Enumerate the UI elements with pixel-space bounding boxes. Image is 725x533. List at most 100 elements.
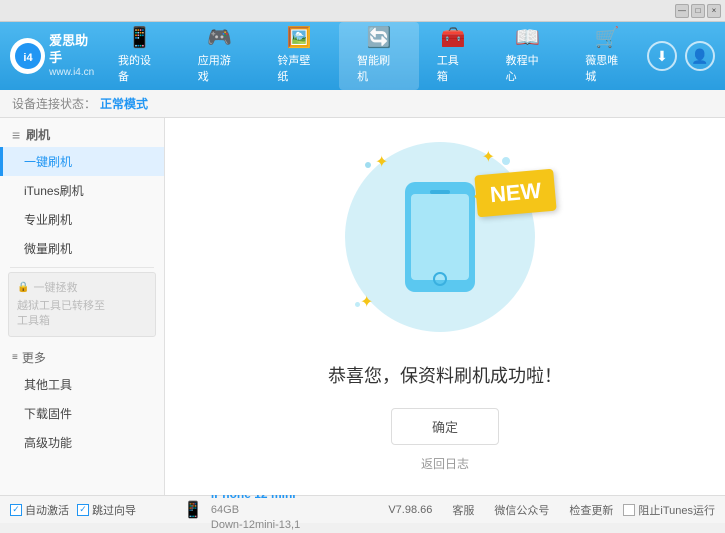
skip-wizard-checkbox[interactable]: 跳过向导 <box>77 502 136 518</box>
bottom-left: 自动激活 跳过向导 <box>10 502 175 518</box>
no-itunes-checkbox[interactable] <box>623 504 635 516</box>
sidebar-item-itunes-flash[interactable]: iTunes刷机 <box>0 176 164 205</box>
connection-label: 设备连接状态： <box>12 95 96 112</box>
decorative-dot-1 <box>365 162 371 168</box>
rescue-label: 一键拯救 <box>33 279 77 295</box>
phone-illustration: NEW ✦ ✦ ✦ <box>345 142 545 342</box>
svg-text:i4: i4 <box>23 52 33 64</box>
content-area: NEW ✦ ✦ ✦ 恭喜您，保资料刷机成功啦！ 确定 返回日志 <box>165 118 725 495</box>
sidebar-item-one-key-flash[interactable]: 一键刷机 <box>0 147 164 176</box>
flash-section-header: ≡ 刷机 <box>0 118 164 147</box>
app-url: www.i4.cn <box>49 66 100 79</box>
sparkle-1: ✦ <box>375 152 388 172</box>
sidebar-divider-1 <box>10 267 154 268</box>
ringtones-icon: 🖼️ <box>287 28 312 48</box>
nav-ringtones-label: 铃声壁纸 <box>277 52 321 84</box>
device-model: Down-12mini-13,1 <box>211 518 300 533</box>
phone-body <box>405 182 475 292</box>
bottom-right: V7.98.66 客服 微信公众号 检查更新 <box>388 502 613 518</box>
apps-icon: 🎮 <box>207 28 232 48</box>
confirm-button[interactable]: 确定 <box>391 408 499 445</box>
skip-wizard-label: 跳过向导 <box>92 502 136 518</box>
nav-apps-label: 应用游戏 <box>198 52 242 84</box>
advanced-label: 高级功能 <box>24 436 72 450</box>
minimize-button[interactable]: — <box>675 4 689 18</box>
flash-section-icon: ≡ <box>12 127 20 143</box>
toolbox-icon: 🧰 <box>441 28 466 48</box>
app-name: 爱思助手 <box>49 33 100 67</box>
window-controls: — □ × <box>675 4 721 18</box>
sidebar-item-other-tools[interactable]: 其他工具 <box>0 370 164 399</box>
title-bar: — □ × <box>0 0 725 22</box>
bottom-bar: 自动激活 跳过向导 📱 iPhone 12 mini 64GB Down-12m… <box>0 495 725 523</box>
phone-screen <box>411 194 469 280</box>
nav-tutorial[interactable]: 📖 教程中心 <box>488 22 568 90</box>
main-layout: ≡ 刷机 一键刷机 iTunes刷机 专业刷机 微量刷机 🔒 一键拯救 越狱工具… <box>0 118 725 495</box>
sidebar: ≡ 刷机 一键刷机 iTunes刷机 专业刷机 微量刷机 🔒 一键拯救 越狱工具… <box>0 118 165 495</box>
no-itunes-label: 阻止iTunes运行 <box>638 502 715 518</box>
maximize-button[interactable]: □ <box>691 4 705 18</box>
nav-toolbox-label: 工具箱 <box>437 52 470 84</box>
customer-service-link[interactable]: 客服 <box>452 502 474 518</box>
download-firmware-label: 下载固件 <box>24 407 72 421</box>
skip-wizard-cb-box <box>77 504 89 516</box>
nav-apps[interactable]: 🎮 应用游戏 <box>180 22 260 90</box>
app-logo: i4 爱思助手 www.i4.cn <box>10 33 100 80</box>
status-bar: 设备连接状态： 正常模式 <box>0 90 725 118</box>
nav-my-device[interactable]: 📱 我的设备 <box>100 22 180 90</box>
close-button[interactable]: × <box>707 4 721 18</box>
sidebar-item-advanced[interactable]: 高级功能 <box>0 428 164 457</box>
sidebar-item-micro-flash[interactable]: 微量刷机 <box>0 234 164 263</box>
auto-upgrade-cb-box <box>10 504 22 516</box>
user-button[interactable]: 👤 <box>685 41 715 71</box>
device-icon: 📱 <box>183 500 203 520</box>
sidebar-item-pro-flash[interactable]: 专业刷机 <box>0 205 164 234</box>
one-key-flash-label: 一键刷机 <box>24 155 72 169</box>
smart-flash-icon: 🔄 <box>367 28 392 48</box>
logo-icon: i4 <box>10 38 45 74</box>
nav-smart-flash-label: 智能刷机 <box>357 52 401 84</box>
my-device-icon: 📱 <box>127 28 152 48</box>
wechat-official-link[interactable]: 微信公众号 <box>494 502 549 518</box>
more-section-label: 更多 <box>22 349 46 366</box>
nav-right: ⬇ 👤 <box>647 41 715 71</box>
sparkle-3: ✦ <box>360 292 373 312</box>
rescue-note: 越狱工具已转移至工具箱 <box>17 299 147 330</box>
no-itunes-section: 阻止iTunes运行 <box>623 502 715 518</box>
nav-ringtones[interactable]: 🖼️ 铃声壁纸 <box>259 22 339 90</box>
version-text: V7.98.66 <box>388 504 432 516</box>
download-button[interactable]: ⬇ <box>647 41 677 71</box>
nav-mall-label: 薇思唯城 <box>585 52 629 84</box>
decorative-dot-2 <box>502 157 510 165</box>
success-text: 恭喜您，保资料刷机成功啦！ <box>328 362 562 388</box>
rescue-section: 🔒 一键拯救 越狱工具已转移至工具箱 <box>8 272 156 337</box>
new-badge: NEW <box>474 168 557 217</box>
connection-value: 正常模式 <box>100 95 148 112</box>
sidebar-item-download-firmware[interactable]: 下载固件 <box>0 399 164 428</box>
back-link[interactable]: 返回日志 <box>421 455 469 472</box>
phone-notch-top <box>430 190 450 194</box>
mall-icon: 🛒 <box>595 28 620 48</box>
nav-my-device-label: 我的设备 <box>118 52 162 84</box>
pro-flash-label: 专业刷机 <box>24 213 72 227</box>
device-storage: 64GB <box>211 503 300 518</box>
phone-home-btn <box>433 272 447 286</box>
nav-mall[interactable]: 🛒 薇思唯城 <box>567 22 647 90</box>
tutorial-icon: 📖 <box>515 28 540 48</box>
auto-upgrade-label: 自动激活 <box>25 502 69 518</box>
check-update-link[interactable]: 检查更新 <box>569 502 613 518</box>
auto-upgrade-checkbox[interactable]: 自动激活 <box>10 502 69 518</box>
other-tools-label: 其他工具 <box>24 378 72 392</box>
sparkle-2: ✦ <box>482 147 495 167</box>
top-nav: i4 爱思助手 www.i4.cn 📱 我的设备 🎮 应用游戏 🖼️ 铃声壁纸 … <box>0 22 725 90</box>
flash-section-label: 刷机 <box>26 126 50 143</box>
nav-tutorial-label: 教程中心 <box>506 52 550 84</box>
itunes-flash-label: iTunes刷机 <box>24 184 84 198</box>
nav-items: 📱 我的设备 🎮 应用游戏 🖼️ 铃声壁纸 🔄 智能刷机 🧰 工具箱 📖 教程中… <box>100 22 647 90</box>
micro-flash-label: 微量刷机 <box>24 242 72 256</box>
more-section-header: ≡ 更多 <box>0 341 164 370</box>
phone-circle: NEW ✦ ✦ ✦ <box>345 142 535 332</box>
more-section-icon: ≡ <box>12 352 18 363</box>
nav-smart-flash[interactable]: 🔄 智能刷机 <box>339 22 419 90</box>
nav-toolbox[interactable]: 🧰 工具箱 <box>419 22 488 90</box>
